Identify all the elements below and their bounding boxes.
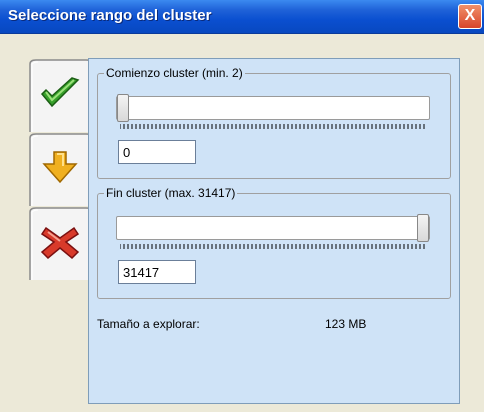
close-button[interactable]: X [458,4,482,29]
checkmark-icon [40,77,80,108]
red-x-icon [40,226,80,260]
end-cluster-group: Fin cluster (max. 31417) 31417 [97,186,451,299]
title-bar: Seleccione rango del cluster X [0,0,484,34]
start-cluster-slider[interactable] [116,94,430,122]
start-cluster-group: Comienzo cluster (min. 2) 0 [97,66,451,179]
end-slider-thumb[interactable] [417,214,429,242]
start-cluster-input[interactable]: 0 [118,140,196,164]
end-cluster-slider[interactable] [116,214,430,242]
window-title: Seleccione rango del cluster [8,7,212,24]
start-slider-ticks [120,124,425,129]
end-cluster-input[interactable]: 31417 [118,260,196,284]
down-arrow-icon [42,151,78,184]
range-panel: Comienzo cluster (min. 2) 0 Fin cluster … [88,58,460,404]
end-slider-ticks [120,244,425,249]
start-slider-thumb[interactable] [117,94,129,122]
size-value: 123 MB [325,317,367,331]
size-label: Tamaño a explorar: [97,317,200,331]
window-body: Comienzo cluster (min. 2) 0 Fin cluster … [8,36,478,408]
start-cluster-legend: Comienzo cluster (min. 2) [104,66,245,80]
end-cluster-legend: Fin cluster (max. 31417) [104,186,238,200]
